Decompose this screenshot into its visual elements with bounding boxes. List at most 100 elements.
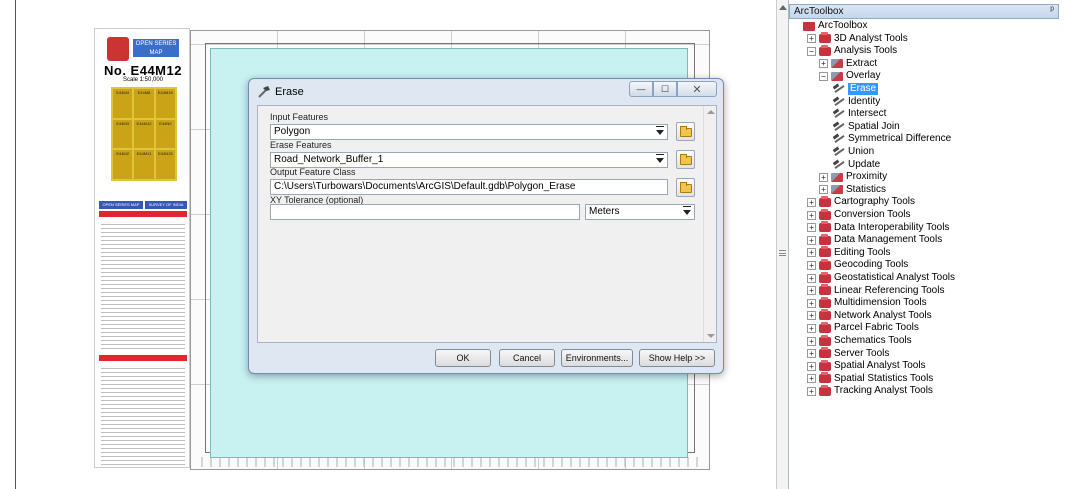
chevron-up-icon[interactable] xyxy=(779,5,787,10)
dialog-titlebar[interactable]: Erase — ☐ ✕ xyxy=(249,79,723,105)
output-feature-class-label: Output Feature Class xyxy=(270,167,356,177)
expand-icon[interactable]: + xyxy=(807,235,816,245)
toolbox-dock-strip[interactable] xyxy=(776,0,788,489)
chevron-down-icon[interactable] xyxy=(683,206,691,215)
ok-button[interactable]: OK xyxy=(435,349,491,367)
tree-item-spatial-statistics-tools[interactable]: + Spatial Statistics Tools xyxy=(807,372,933,385)
erase-features-combo[interactable]: Road_Network_Buffer_1 xyxy=(270,152,668,168)
tree-item-3d-analyst-tools[interactable]: +3D Analyst Tools xyxy=(807,32,908,45)
tree-item-linear-referencing-tools[interactable]: + Linear Referencing Tools xyxy=(807,284,945,297)
expand-icon[interactable]: + xyxy=(807,223,816,233)
cancel-button[interactable]: Cancel xyxy=(499,349,555,367)
index-cell: E44M2 xyxy=(113,150,133,179)
tree-item-erase[interactable]: Erase xyxy=(833,83,879,95)
tree-item-analysis-tools[interactable]: − Analysis Tools xyxy=(807,44,897,57)
expand-icon[interactable]: + xyxy=(807,323,816,333)
map-footer-text xyxy=(201,457,699,467)
toolbox-icon xyxy=(819,271,831,283)
expand-icon[interactable]: + xyxy=(819,185,828,195)
tree-root-arctoolbox[interactable]: ArcToolbox xyxy=(803,20,867,32)
erase-features-browse-button[interactable] xyxy=(676,150,695,169)
tree-item-geocoding-tools[interactable]: + Geocoding Tools xyxy=(807,258,908,271)
expand-icon[interactable]: + xyxy=(807,210,816,220)
expand-icon[interactable]: + xyxy=(819,59,828,69)
collapse-icon[interactable]: − xyxy=(819,71,828,81)
minimize-button[interactable]: — xyxy=(629,81,653,97)
show-help-button[interactable]: Show Help >> xyxy=(639,349,715,367)
tree-item-parcel-fabric-tools[interactable]: + Parcel Fabric Tools xyxy=(807,321,919,334)
expand-icon[interactable]: + xyxy=(807,286,816,296)
expand-icon[interactable]: + xyxy=(807,361,816,371)
tree-item-label: Linear Referencing Tools xyxy=(834,284,945,296)
tree-item-symmetrical-difference[interactable]: Symmetrical Difference xyxy=(833,133,951,145)
maximize-button[interactable]: ☐ xyxy=(653,81,677,97)
output-feature-class-input[interactable]: C:\Users\Turbowars\Documents\ArcGIS\Defa… xyxy=(270,179,668,195)
input-features-browse-button[interactable] xyxy=(676,122,695,141)
expand-icon[interactable]: + xyxy=(807,34,816,44)
tree-item-overlay[interactable]: − Overlay xyxy=(819,70,880,82)
dialog-parameters-pane: Input Features Polygon Erase Features Ro… xyxy=(257,105,717,343)
collapse-icon[interactable]: − xyxy=(807,46,816,56)
tree-item-network-analyst-tools[interactable]: + Network Analyst Tools xyxy=(807,309,932,322)
tree-item-intersect[interactable]: Intersect xyxy=(833,108,886,120)
splitter-grip-icon[interactable] xyxy=(779,250,786,256)
dialog-title: Erase xyxy=(275,86,304,98)
tree-item-conversion-tools[interactable]: + Conversion Tools xyxy=(807,208,911,221)
close-button[interactable]: ✕ xyxy=(677,81,717,97)
tree-item-statistics[interactable]: + Statistics xyxy=(819,184,886,196)
parameters-scrollbar[interactable] xyxy=(703,106,716,342)
tree-item-multidimension-tools[interactable]: + Multidimension Tools xyxy=(807,296,927,309)
tree-item-schematics-tools[interactable]: + Schematics Tools xyxy=(807,334,912,347)
chevron-down-icon[interactable] xyxy=(656,126,664,135)
units-value: Meters xyxy=(589,206,620,217)
tree-item-data-interoperability-tools[interactable]: + Data Interoperability Tools xyxy=(807,221,949,234)
expand-icon[interactable]: + xyxy=(807,311,816,321)
tree-item-geostatistical-analyst-tools[interactable]: + Geostatistical Analyst Tools xyxy=(807,271,955,284)
environments-button[interactable]: Environments... xyxy=(561,349,633,367)
sheet-number: No. E44M12 xyxy=(104,63,182,78)
toolbox-icon xyxy=(819,384,831,396)
expand-icon[interactable]: + xyxy=(807,374,816,384)
expand-icon[interactable]: + xyxy=(807,273,816,283)
chevron-down-icon[interactable] xyxy=(656,154,664,163)
index-cell: E44M11 xyxy=(134,150,154,179)
toolbox-panel-header[interactable]: ArcToolbox ᵖ xyxy=(789,4,1059,19)
units-combo[interactable]: Meters xyxy=(585,204,695,220)
tree-item-editing-tools[interactable]: + Editing Tools xyxy=(807,246,891,259)
tree-item-tracking-analyst-tools[interactable]: + Tracking Analyst Tools xyxy=(807,384,933,397)
toolbox-icon xyxy=(819,359,831,371)
toolbox-icon xyxy=(819,334,831,346)
scroll-down-icon[interactable] xyxy=(707,334,715,338)
input-features-combo[interactable]: Polygon xyxy=(270,124,668,140)
scroll-up-icon[interactable] xyxy=(707,110,715,114)
tree-item-label: Identity xyxy=(848,95,881,107)
tree-item-update[interactable]: Update xyxy=(833,159,880,171)
pin-icon[interactable]: ᵖ xyxy=(1050,5,1054,16)
hammer-icon xyxy=(833,147,845,157)
expand-icon[interactable]: + xyxy=(807,260,816,270)
tree-item-extract[interactable]: + Extract xyxy=(819,58,877,70)
tree-item-label: Network Analyst Tools xyxy=(834,309,932,321)
tree-item-data-management-tools[interactable]: + Data Management Tools xyxy=(807,233,942,246)
index-cell: E44M12 xyxy=(134,119,154,149)
expand-icon[interactable]: + xyxy=(807,349,816,359)
expand-icon[interactable]: + xyxy=(807,248,816,258)
expand-icon[interactable]: + xyxy=(807,298,816,308)
tree-item-server-tools[interactable]: + Server Tools xyxy=(807,347,889,360)
index-cell: E44M8 xyxy=(134,89,154,118)
tree-item-cartography-tools[interactable]: + Cartography Tools xyxy=(807,195,915,208)
tree-item-union[interactable]: Union xyxy=(833,146,874,158)
tree-item-identity[interactable]: Identity xyxy=(833,96,880,108)
expand-icon[interactable]: + xyxy=(807,386,816,396)
index-cell: E44N9 xyxy=(155,119,175,149)
expand-icon[interactable]: + xyxy=(807,197,816,207)
tree-item-proximity[interactable]: + Proximity xyxy=(819,171,887,183)
tree-item-spatial-analyst-tools[interactable]: + Spatial Analyst Tools xyxy=(807,359,926,372)
hammer-icon xyxy=(833,160,845,170)
hammer-icon xyxy=(833,109,845,119)
output-browse-button[interactable] xyxy=(676,178,695,197)
tree-item-spatial-join[interactable]: Spatial Join xyxy=(833,121,900,133)
expand-icon[interactable]: + xyxy=(807,336,816,346)
xy-tolerance-input[interactable] xyxy=(270,204,580,220)
expand-icon[interactable]: + xyxy=(819,172,828,182)
